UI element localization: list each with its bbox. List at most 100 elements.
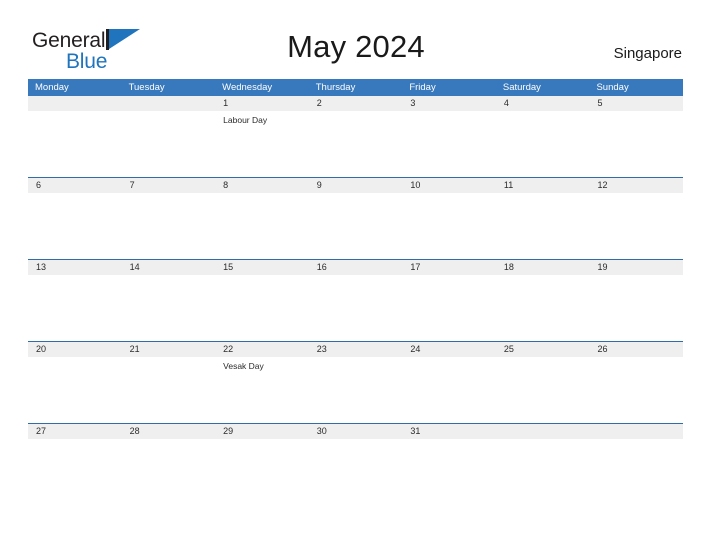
weekday-header-saturday: Saturday (502, 82, 541, 93)
calendar-page: General Blue May 2024 Singapore Monday T… (0, 0, 712, 550)
day-events[interactable] (215, 439, 309, 505)
day-events[interactable]: Labour Day (215, 111, 309, 177)
day-number[interactable]: 17 (402, 260, 496, 275)
week-row: 6 7 8 9 10 11 12 (28, 177, 683, 259)
day-events[interactable] (309, 357, 403, 423)
page-title: May 2024 (287, 29, 425, 64)
day-events[interactable] (589, 193, 683, 259)
day-events[interactable] (122, 111, 216, 177)
day-number[interactable]: 4 (496, 96, 590, 111)
day-events[interactable] (122, 439, 216, 505)
day-number[interactable]: 12 (589, 178, 683, 193)
week-event-band: Labour Day (28, 111, 683, 177)
weekday-header-sunday: Sunday (596, 82, 629, 93)
day-number[interactable] (589, 424, 683, 439)
weekday-header-wednesday: Wednesday (222, 82, 273, 93)
weekday-header-thursday: Thursday (315, 82, 356, 93)
day-events[interactable] (402, 111, 496, 177)
week-event-band (28, 193, 683, 259)
week-row: 27 28 29 30 31 (28, 423, 683, 505)
day-events[interactable] (496, 193, 590, 259)
day-events[interactable] (28, 193, 122, 259)
day-number[interactable] (122, 96, 216, 111)
calendar-grid: Monday Tuesday Wednesday Thursday Friday… (28, 79, 683, 505)
day-number[interactable]: 3 (402, 96, 496, 111)
day-events[interactable] (122, 193, 216, 259)
week-event-band: Vesak Day (28, 357, 683, 423)
week-event-band (28, 439, 683, 505)
day-number[interactable]: 11 (496, 178, 590, 193)
weekday-header-tuesday: Tuesday (128, 82, 165, 93)
day-number[interactable]: 23 (309, 342, 403, 357)
day-number[interactable]: 22 (215, 342, 309, 357)
week-date-band: 1 2 3 4 5 (28, 96, 683, 111)
week-date-band: 20 21 22 23 24 25 26 (28, 342, 683, 357)
day-number[interactable]: 21 (122, 342, 216, 357)
day-events[interactable] (402, 275, 496, 341)
day-events[interactable] (589, 439, 683, 505)
day-events[interactable] (309, 275, 403, 341)
day-events[interactable] (402, 357, 496, 423)
day-number[interactable]: 8 (215, 178, 309, 193)
week-row: 1 2 3 4 5 Labour Day (28, 96, 683, 177)
day-number[interactable] (496, 424, 590, 439)
week-date-band: 27 28 29 30 31 (28, 424, 683, 439)
day-number[interactable]: 24 (402, 342, 496, 357)
day-events[interactable] (28, 439, 122, 505)
day-events[interactable] (402, 193, 496, 259)
day-number[interactable]: 28 (122, 424, 216, 439)
day-events[interactable] (402, 439, 496, 505)
day-events[interactable] (496, 439, 590, 505)
week-event-band (28, 275, 683, 341)
day-events[interactable] (122, 357, 216, 423)
day-number[interactable]: 14 (122, 260, 216, 275)
day-number[interactable]: 10 (402, 178, 496, 193)
day-number[interactable]: 30 (309, 424, 403, 439)
day-events[interactable] (496, 357, 590, 423)
day-number[interactable]: 19 (589, 260, 683, 275)
event-label: Labour Day (223, 115, 268, 125)
day-events[interactable] (122, 275, 216, 341)
week-row: 13 14 15 16 17 18 19 (28, 259, 683, 341)
day-number[interactable]: 13 (28, 260, 122, 275)
region-label: Singapore (613, 45, 682, 62)
weekday-header-row: Monday Tuesday Wednesday Thursday Friday… (28, 79, 683, 96)
day-events[interactable] (589, 275, 683, 341)
event-label: Vesak Day (223, 361, 264, 371)
day-events[interactable] (28, 275, 122, 341)
day-events[interactable] (496, 111, 590, 177)
day-number[interactable]: 7 (122, 178, 216, 193)
week-date-band: 6 7 8 9 10 11 12 (28, 178, 683, 193)
day-number[interactable]: 15 (215, 260, 309, 275)
day-number[interactable]: 2 (309, 96, 403, 111)
day-events[interactable] (496, 275, 590, 341)
day-number[interactable]: 5 (589, 96, 683, 111)
day-number[interactable]: 18 (496, 260, 590, 275)
day-events[interactable] (28, 357, 122, 423)
day-number[interactable]: 1 (215, 96, 309, 111)
day-events[interactable] (309, 193, 403, 259)
day-events[interactable] (215, 275, 309, 341)
day-events[interactable] (309, 111, 403, 177)
day-events[interactable] (28, 111, 122, 177)
day-number[interactable]: 27 (28, 424, 122, 439)
day-number[interactable]: 6 (28, 178, 122, 193)
week-date-band: 13 14 15 16 17 18 19 (28, 260, 683, 275)
week-row: 20 21 22 23 24 25 26 Vesak Day (28, 341, 683, 423)
day-number[interactable]: 16 (309, 260, 403, 275)
day-number[interactable]: 20 (28, 342, 122, 357)
day-number[interactable]: 26 (589, 342, 683, 357)
weekday-header-monday: Monday (35, 82, 69, 93)
day-number[interactable]: 9 (309, 178, 403, 193)
day-number[interactable]: 25 (496, 342, 590, 357)
day-events[interactable] (309, 439, 403, 505)
day-number[interactable] (28, 96, 122, 111)
day-events[interactable] (589, 111, 683, 177)
day-events[interactable]: Vesak Day (215, 357, 309, 423)
day-events[interactable] (215, 193, 309, 259)
weekday-header-friday: Friday (409, 82, 436, 93)
day-number[interactable]: 31 (402, 424, 496, 439)
day-events[interactable] (589, 357, 683, 423)
page-header: General Blue May 2024 Singapore (0, 0, 712, 73)
day-number[interactable]: 29 (215, 424, 309, 439)
